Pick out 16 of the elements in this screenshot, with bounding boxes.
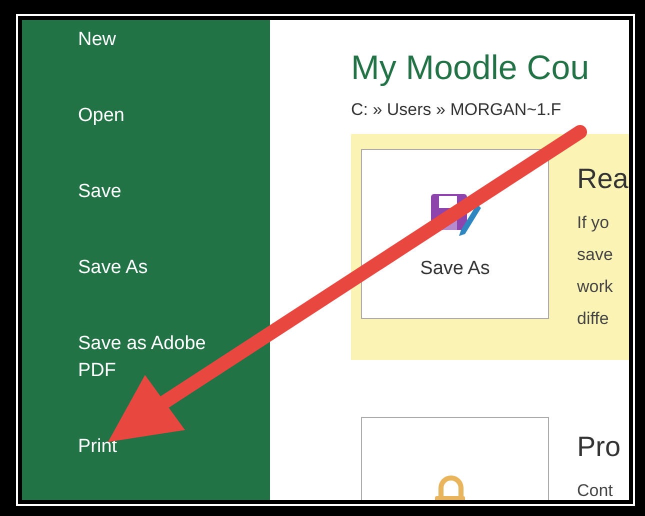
section-heading: Rea bbox=[577, 162, 628, 196]
sidebar-menu-item[interactable]: Print bbox=[78, 433, 248, 460]
sidebar-menu-item[interactable]: Open bbox=[78, 102, 248, 129]
description-line: diffe bbox=[577, 308, 610, 330]
tile-button[interactable]: Save As bbox=[361, 149, 549, 319]
sidebar-menu-item[interactable]: Save as Adobe PDF bbox=[78, 330, 248, 384]
sidebar-menu-item[interactable]: Save bbox=[78, 178, 248, 205]
description-line: save bbox=[577, 244, 614, 266]
description-line: Cont bbox=[577, 480, 614, 500]
description-line: If yo bbox=[577, 212, 610, 234]
sidebar-menu-item[interactable]: Save As bbox=[78, 254, 248, 281]
file-path: C: » Users » MORGAN~1.F bbox=[351, 100, 562, 120]
description-line: work bbox=[577, 276, 614, 298]
section-heading: Pro bbox=[577, 430, 621, 464]
sidebar-menu-item[interactable]: New bbox=[78, 26, 248, 53]
page-title: My Moodle Cou bbox=[351, 48, 590, 89]
